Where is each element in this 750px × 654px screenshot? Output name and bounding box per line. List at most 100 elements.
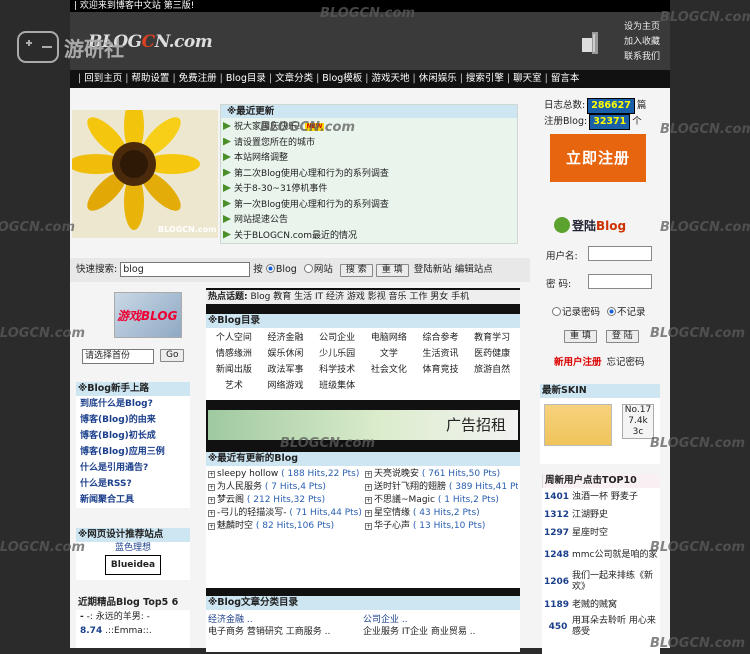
welcome-text: | 欢迎来到博客中文站 第三版! bbox=[74, 1, 195, 11]
dir-link[interactable]: 教育学习 bbox=[466, 330, 518, 343]
news-item[interactable]: 本站网络调整 bbox=[223, 151, 517, 167]
blueidea-logo[interactable]: Blueidea bbox=[105, 555, 161, 575]
search-web-radio[interactable] bbox=[303, 264, 313, 273]
recent-blog-item[interactable]: + sleepy hollow ( 188 Hits,22 Pts) bbox=[208, 468, 361, 480]
left-column: 游戏BLOG 请选择首份 Go ※Blog新手上路 到底什么是Blog? 博客(… bbox=[72, 284, 192, 648]
ad-banner[interactable]: 广告招租 bbox=[208, 410, 518, 440]
dir-link[interactable]: 娱乐休闲 bbox=[260, 346, 312, 359]
recent-blog-item[interactable]: + 华子心声 ( 13 Hits,10 Pts) bbox=[365, 520, 518, 532]
reset-button[interactable]: 重 填 bbox=[564, 330, 597, 343]
username-input[interactable] bbox=[588, 246, 652, 261]
recent-blog-item[interactable]: + 魅麟时空 ( 82 Hits,106 Pts) bbox=[208, 520, 361, 532]
dir-link[interactable]: 网络游戏 bbox=[260, 378, 312, 391]
guide-link[interactable]: 什么是RSS? bbox=[80, 476, 190, 492]
dir-link[interactable]: 班级集体 bbox=[311, 378, 363, 391]
remember-options: 记录密码 不记录 bbox=[552, 304, 646, 318]
rec-site-link[interactable]: 蓝色理想 bbox=[76, 542, 190, 554]
recent-blog-item[interactable]: + 天亮说晚安 ( 761 Hits,50 Pts) bbox=[365, 468, 518, 480]
dir-link[interactable]: 少儿乐园 bbox=[311, 346, 363, 359]
recent-blog-item[interactable]: + -弓儿的轻描淡写- ( 71 Hits,44 Pts) bbox=[208, 507, 361, 519]
dir-link[interactable]: 艺术 bbox=[208, 378, 260, 391]
nav-blog-dir[interactable]: Blog目录 bbox=[223, 73, 269, 84]
top5-row[interactable]: - -: 永远的羊男: - bbox=[80, 610, 190, 624]
nav-games[interactable]: 游戏天地 bbox=[368, 73, 412, 84]
top10-row[interactable]: 450 用耳朵去聆听 用心来感受 bbox=[542, 614, 660, 640]
dir-link[interactable]: 医药健康 bbox=[466, 346, 518, 359]
plus-icon: + bbox=[365, 523, 372, 530]
hot-topic-links[interactable]: Blog 教育 生活 IT 经济 游戏 影视 音乐 工作 男女 手机 bbox=[250, 292, 469, 302]
top10-row[interactable]: 1206 我们一起来排练《新欢》 bbox=[542, 568, 660, 596]
recent-blog-item[interactable]: + 星空情缘 ( 43 Hits,2 Pts) bbox=[365, 507, 518, 519]
article-category[interactable]: 公司企业 .. 企业服务 IT企业 商业贸易 .. bbox=[363, 614, 518, 638]
top5-row[interactable]: 8.74 .::Emma::. bbox=[80, 624, 190, 638]
dir-link[interactable]: 社会文化 bbox=[363, 362, 415, 375]
dir-link[interactable]: 新闻出版 bbox=[208, 362, 260, 375]
nav-articles[interactable]: 文章分类 bbox=[272, 73, 316, 84]
set-homepage-link[interactable]: 设为主页 bbox=[624, 20, 660, 35]
dir-link[interactable]: 文学 bbox=[363, 346, 415, 359]
remember-radio[interactable] bbox=[552, 307, 561, 316]
register-now-button[interactable]: 立即注册 bbox=[550, 134, 646, 182]
no-remember-radio[interactable] bbox=[607, 307, 617, 316]
recent-blog-item[interactable]: +送时针飞翔的翅膀 ( 389 Hits,41 Pts) bbox=[365, 481, 518, 493]
dir-link[interactable]: 旅游自然 bbox=[466, 362, 518, 375]
recent-blog-item[interactable]: + 为人民服务 ( 7 Hits,4 Pts) bbox=[208, 481, 361, 493]
guide-link[interactable]: 博客(Blog)初长成 bbox=[80, 428, 190, 444]
contact-link[interactable]: 联系我们 bbox=[624, 50, 660, 65]
dir-link[interactable]: 科学技术 bbox=[311, 362, 363, 375]
news-item[interactable]: 请设置您所在的城市 bbox=[223, 136, 517, 152]
dir-link[interactable]: 个人空间 bbox=[208, 330, 260, 343]
game-blog-logo[interactable]: 游戏BLOG bbox=[114, 292, 182, 338]
dir-link[interactable]: 公司企业 bbox=[311, 330, 363, 343]
skin-select[interactable]: 请选择首份 bbox=[82, 349, 154, 364]
guide-link[interactable]: 新闻聚合工具 bbox=[80, 492, 190, 508]
guide-link[interactable]: 博客(Blog)应用三例 bbox=[80, 444, 190, 460]
search-input[interactable]: blog bbox=[120, 262, 251, 277]
arrow-icon bbox=[223, 215, 231, 223]
search-blog-radio[interactable] bbox=[265, 264, 275, 273]
site-links[interactable]: 登陆新站 编辑站点 bbox=[414, 264, 493, 275]
recent-blog-item[interactable]: + 不思議~Magic ( 1 Hits,2 Pts) bbox=[365, 494, 518, 506]
guide-link[interactable]: 博客(Blog)的由来 bbox=[80, 412, 190, 428]
password-input[interactable] bbox=[588, 274, 652, 289]
dir-link[interactable]: 体育竞技 bbox=[415, 362, 467, 375]
guide-link[interactable]: 什么是引用通告? bbox=[80, 460, 190, 476]
guide-link[interactable]: 到底什么是Blog? bbox=[80, 396, 190, 412]
nav-help[interactable]: 帮助设置 bbox=[128, 73, 172, 84]
nav-register[interactable]: 免费注册 bbox=[176, 73, 220, 84]
forgot-password-link[interactable]: 忘记密码 bbox=[607, 357, 645, 368]
nav-guestbook[interactable]: 留言本 bbox=[548, 73, 583, 84]
top10-row[interactable]: 1312 江湖野史 bbox=[542, 506, 660, 524]
login-button[interactable]: 登 陆 bbox=[605, 330, 639, 343]
news-item[interactable]: 关于BLOGCN.com最近的情况 bbox=[223, 229, 517, 245]
nav-chat[interactable]: 聊天室 bbox=[510, 73, 545, 84]
news-item[interactable]: 第一次Blog使用心理和行为的系列调查 bbox=[223, 198, 517, 214]
dir-link[interactable]: 经济金融 bbox=[260, 330, 312, 343]
top10-row[interactable]: 1189 老贼的贼窝 bbox=[542, 596, 660, 614]
dir-link[interactable]: 综合参考 bbox=[415, 330, 467, 343]
nav-templates[interactable]: Blog模板 bbox=[319, 73, 365, 84]
top10-row[interactable]: 1248 mmc公司就是咱的家 bbox=[542, 542, 660, 568]
search-reset-button[interactable]: 重 填 bbox=[375, 264, 409, 277]
dir-link[interactable]: 电脑网络 bbox=[363, 330, 415, 343]
top10-row[interactable]: 1401 浊酒一杯 野麦子 bbox=[542, 488, 660, 506]
arrow-icon bbox=[223, 122, 231, 130]
news-item[interactable]: 第二次Blog使用心理和行为的系列调查 bbox=[223, 167, 517, 183]
article-category[interactable]: 经济金融 .. 电子商务 营销研究 工商服务 .. bbox=[208, 614, 363, 638]
top10-row[interactable]: 1297 星座时空 bbox=[542, 524, 660, 542]
dir-link[interactable]: 生活资讯 bbox=[415, 346, 467, 359]
go-button[interactable]: Go bbox=[160, 349, 185, 362]
recent-blog-item[interactable]: + 梦云阁 ( 212 Hits,32 Pts) bbox=[208, 494, 361, 506]
add-favorite-link[interactable]: 加入收藏 bbox=[624, 35, 660, 50]
dir-link[interactable]: 情感缘洲 bbox=[208, 346, 260, 359]
skin-preview[interactable] bbox=[544, 404, 612, 446]
top5-title: 近期精品Blog Top5 6 bbox=[76, 596, 190, 610]
dir-link[interactable]: 政法军事 bbox=[260, 362, 312, 375]
nav-leisure[interactable]: 休闲娱乐 bbox=[416, 73, 460, 84]
news-item[interactable]: 祝大家国庆快乐! NEW bbox=[223, 120, 517, 136]
search-button[interactable]: 搜 索 bbox=[339, 264, 373, 277]
nav-search[interactable]: 搜索引擎 bbox=[463, 73, 507, 84]
news-item[interactable]: 关于8-30~31停机事件 bbox=[223, 182, 517, 198]
news-item[interactable]: 网站提速公告 bbox=[223, 213, 517, 229]
new-user-register-link[interactable]: 新用户注册 bbox=[554, 357, 602, 368]
